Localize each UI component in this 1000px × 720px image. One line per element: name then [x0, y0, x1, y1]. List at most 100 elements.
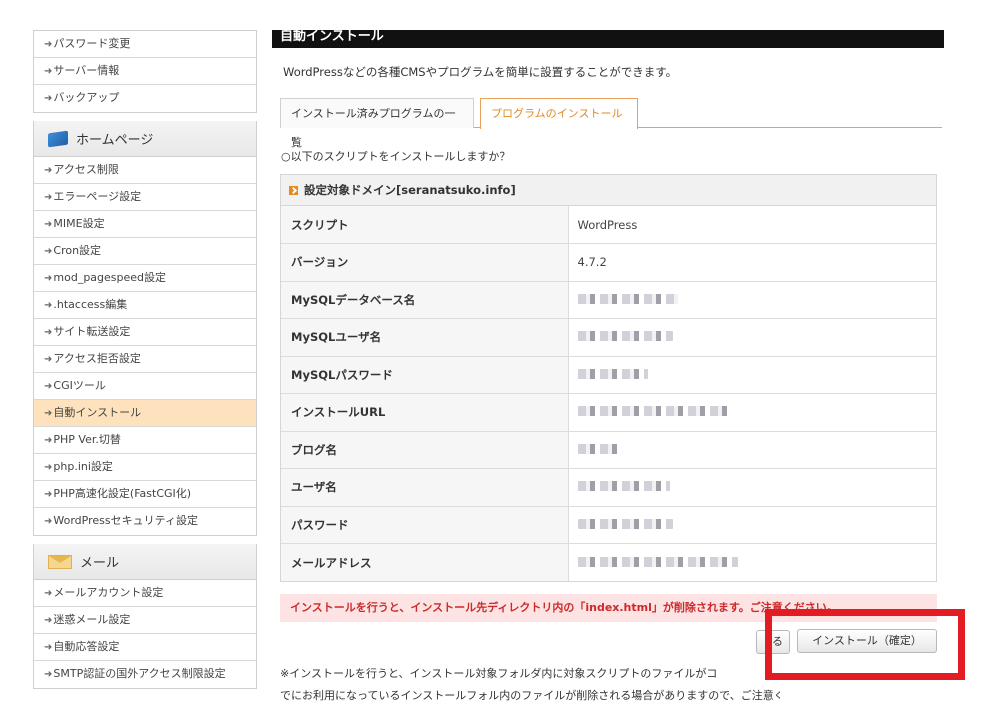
- sidebar-item-wp-security[interactable]: ➜WordPressセキュリティ設定: [34, 508, 256, 535]
- arrow-right-icon: ➜: [44, 219, 53, 230]
- row-value-install-url: [568, 393, 936, 431]
- row-value-password: [568, 505, 936, 544]
- sidebar-item-smtp-restriction[interactable]: ➜SMTP認証の国外アクセス制限設定: [34, 661, 256, 688]
- sidebar-item-label: MIME設定: [53, 217, 105, 230]
- sidebar-item-label: アクセス制限: [53, 163, 119, 176]
- sidebar-item-label: エラーページ設定: [53, 190, 142, 203]
- row-label: MySQLデータベース名: [281, 280, 569, 319]
- row-value-version: 4.7.2: [568, 243, 936, 281]
- sidebar-item-label: CGIツール: [53, 379, 106, 392]
- row-label: ブログ名: [281, 430, 569, 469]
- sidebar-item-label: mod_pagespeed設定: [53, 271, 167, 284]
- sidebar-homepage-group: ➜アクセス制限 ➜エラーページ設定 ➜MIME設定 ➜Cron設定 ➜mod_p…: [33, 156, 257, 536]
- mail-envelope-icon: [48, 554, 72, 569]
- sidebar-item-access-deny[interactable]: ➜アクセス拒否設定: [34, 346, 256, 373]
- arrow-right-icon: ➜: [44, 615, 53, 626]
- page-title: 自動インストール: [272, 30, 944, 48]
- book-icon: [48, 130, 68, 147]
- sidebar-header-label: メール: [80, 556, 120, 571]
- row-label: スクリプト: [281, 206, 569, 244]
- table-row: バージョン 4.7.2: [281, 243, 936, 281]
- main-content: 自動インストール WordPressなどの各種CMSやプログラムを簡単に設置する…: [272, 30, 944, 720]
- arrow-right-icon: ➜: [44, 588, 53, 599]
- arrow-right-icon: ➜: [44, 192, 53, 203]
- sidebar-item-label: パスワード変更: [53, 37, 131, 50]
- sidebar-item-php-version[interactable]: ➜PHP Ver.切替: [34, 427, 256, 454]
- sidebar-item-php-fastcgi[interactable]: ➜PHP高速化設定(FastCGI化): [34, 481, 256, 508]
- sidebar-item-server-info[interactable]: ➜サーバー情報: [34, 58, 256, 85]
- sidebar-item-label: バックアップ: [53, 91, 120, 104]
- arrow-right-icon: ➜: [44, 381, 53, 392]
- table-row: インストールURL: [281, 393, 936, 431]
- install-note-line: でにお利用になっているインストールフォル内のファイルが削除される場合がありますの…: [280, 689, 780, 702]
- arrow-right-icon: ➜: [44, 669, 53, 680]
- sidebar-item-label: PHP Ver.切替: [53, 433, 121, 446]
- page-description: WordPressなどの各種CMSやプログラムを簡単に設置することができます。: [283, 65, 678, 79]
- sidebar-item-label: Cron設定: [53, 244, 102, 257]
- row-label: バージョン: [281, 243, 569, 281]
- sidebar-item-mime[interactable]: ➜MIME設定: [34, 211, 256, 238]
- sidebar-item-backup[interactable]: ➜バックアップ: [34, 85, 256, 112]
- sidebar-header-mail: メール: [33, 544, 257, 579]
- sidebar-item-password-change[interactable]: ➜パスワード変更: [34, 31, 256, 58]
- arrow-right-icon: ➜: [44, 300, 53, 311]
- arrow-right-icon: ➜: [44, 66, 53, 77]
- domain-heading-label: 設定対象ドメイン[seranatsuko.info]: [304, 183, 516, 197]
- redacted-value: [577, 481, 670, 492]
- install-note: ※インストールを行うと、インストール対象フォルダ内に対象スクリプトのファイルがコ…: [280, 663, 780, 707]
- install-confirm-button[interactable]: インストール（確定）: [797, 629, 937, 653]
- redacted-value: [577, 556, 738, 567]
- row-value-blog-name: [568, 430, 936, 469]
- sidebar-item-label: .htaccess編集: [53, 298, 128, 311]
- redacted-value: [577, 406, 728, 417]
- sidebar-item-label: WordPressセキュリティ設定: [53, 514, 198, 527]
- sidebar-item-label: PHP高速化設定(FastCGI化): [53, 487, 192, 500]
- sidebar-header-label: ホームページ: [76, 133, 154, 148]
- sidebar-item-cron[interactable]: ➜Cron設定: [34, 238, 256, 265]
- redacted-value: [577, 518, 673, 529]
- install-info-table: スクリプト WordPress バージョン 4.7.2 MySQLデータベース名…: [281, 206, 936, 581]
- sidebar-item-access-restriction[interactable]: ➜アクセス制限: [34, 157, 256, 184]
- domain-heading: 設定対象ドメイン[seranatsuko.info]: [281, 175, 936, 206]
- table-row: MySQLデータベース名: [281, 280, 936, 319]
- table-row: MySQLパスワード: [281, 355, 936, 394]
- install-note-line: ※インストールを行うと、インストール対象フォルダ内に対象スクリプトのファイルがコ: [280, 667, 718, 680]
- sidebar-item-auto-reply[interactable]: ➜自動応答設定: [34, 634, 256, 661]
- sidebar-item-mail-account[interactable]: ➜メールアカウント設定: [34, 580, 256, 607]
- arrow-right-icon: ➜: [44, 93, 53, 104]
- sidebar-item-php-ini[interactable]: ➜php.ini設定: [34, 454, 256, 481]
- sidebar: ➜パスワード変更 ➜サーバー情報 ➜バックアップ ホームページ ➜アクセス制限 …: [33, 30, 257, 720]
- install-info-box: 設定対象ドメイン[seranatsuko.info] スクリプト WordPre…: [280, 174, 937, 582]
- table-row: MySQLユーザ名: [281, 318, 936, 356]
- tab-program-install[interactable]: プログラムのインストール: [480, 98, 638, 129]
- sidebar-item-cgi-tools[interactable]: ➜CGIツール: [34, 373, 256, 400]
- arrow-right-icon: ➜: [44, 39, 53, 50]
- sidebar-item-label: アクセス拒否設定: [53, 352, 141, 365]
- install-question: ○以下のスクリプトをインストールしますか？: [281, 150, 511, 163]
- sidebar-header-homepage: ホームページ: [33, 121, 257, 156]
- row-value-script: WordPress: [577, 217, 638, 232]
- sidebar-item-label: 自動インストール: [53, 406, 142, 419]
- table-row: スクリプト WordPress: [281, 206, 936, 244]
- sidebar-item-site-transfer[interactable]: ➜サイト転送設定: [34, 319, 256, 346]
- row-label: メールアドレス: [281, 543, 569, 581]
- table-row: パスワード: [281, 505, 936, 544]
- arrow-right-icon: ➜: [44, 354, 53, 365]
- back-button[interactable]: る: [756, 630, 790, 654]
- sidebar-item-htaccess[interactable]: ➜.htaccess編集: [34, 292, 256, 319]
- arrow-right-icon: ➜: [44, 273, 53, 284]
- sidebar-item-error-page[interactable]: ➜エラーページ設定: [34, 184, 256, 211]
- sidebar-item-mod-pagespeed[interactable]: ➜mod_pagespeed設定: [34, 265, 256, 292]
- sidebar-item-spam-filter[interactable]: ➜迷惑メール設定: [34, 607, 256, 634]
- redacted-value: [577, 331, 673, 342]
- sidebar-account-group: ➜パスワード変更 ➜サーバー情報 ➜バックアップ: [33, 30, 257, 113]
- sidebar-item-label: 迷惑メール設定: [53, 613, 131, 626]
- row-label: ユーザ名: [281, 468, 569, 506]
- tab-installed-programs[interactable]: インストール済みプログラムの一覧: [280, 98, 474, 149]
- arrow-right-icon: ➜: [44, 327, 53, 338]
- sidebar-item-auto-install[interactable]: ➜自動インストール: [34, 400, 256, 427]
- redacted-value: [577, 443, 618, 454]
- sidebar-item-label: メールアカウント設定: [53, 586, 164, 599]
- row-value-email: [568, 543, 936, 581]
- table-row: メールアドレス: [281, 543, 936, 581]
